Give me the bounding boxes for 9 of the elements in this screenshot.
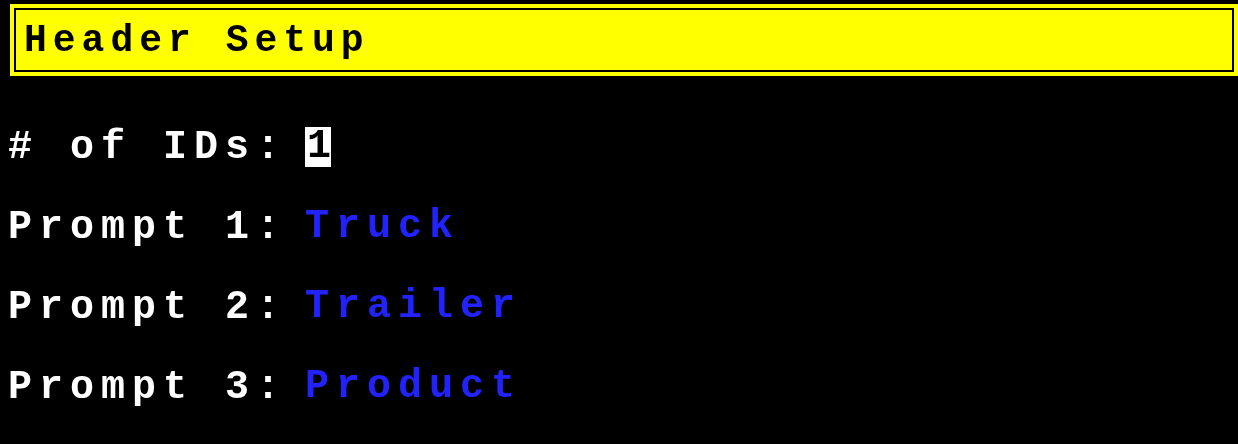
id-count-field[interactable]: 1 xyxy=(305,127,332,167)
prompt-field[interactable]: Product xyxy=(305,367,523,407)
prompt-field[interactable]: Truck xyxy=(305,207,461,247)
field-label: Prompt 1: xyxy=(8,204,288,250)
field-label: # of IDs: xyxy=(8,124,288,170)
header-title: Header Setup xyxy=(24,18,370,62)
prompt-field[interactable]: Trailer xyxy=(305,287,523,327)
field-label: Prompt 3: xyxy=(8,364,288,410)
field-label: Prompt 2: xyxy=(8,284,288,330)
